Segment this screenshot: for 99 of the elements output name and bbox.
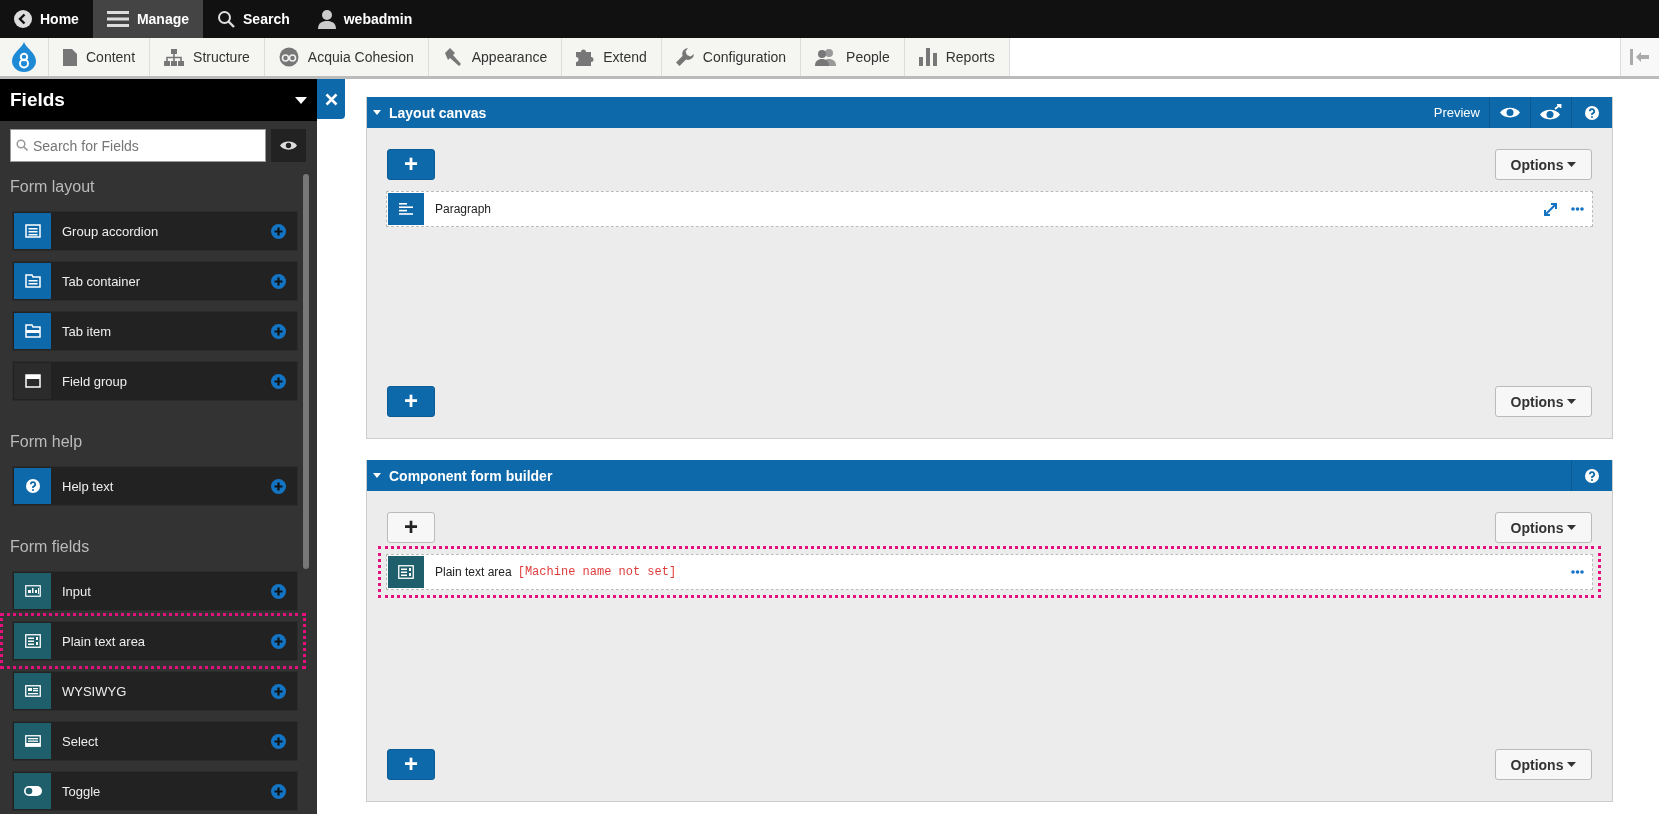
field-item[interactable]: Group accordion <box>12 211 298 251</box>
text-area-icon <box>24 634 41 648</box>
eye-external-icon <box>1540 104 1562 121</box>
document-icon <box>63 48 77 66</box>
add-circle-icon[interactable] <box>271 733 286 749</box>
people-icon <box>815 48 838 66</box>
panel-title: Layout canvas <box>389 104 487 121</box>
add-circle-icon[interactable] <box>271 373 286 389</box>
panel-header[interactable]: Component form builder <box>367 460 1612 491</box>
section-heading: Form layout <box>10 177 95 196</box>
toolbar-tab[interactable]: Search <box>203 0 304 38</box>
search-field[interactable]: Search for Fields <box>10 129 266 162</box>
add-circle-icon[interactable] <box>271 783 286 799</box>
cohesion-logo-icon <box>278 47 299 67</box>
tabs-icon <box>24 274 41 288</box>
paragraph-icon <box>399 203 413 215</box>
collapse-toolbar-icon[interactable] <box>1630 49 1650 65</box>
component-label: Paragraph <box>434 202 492 216</box>
wrench-icon <box>675 48 694 66</box>
eye-icon <box>1500 106 1520 119</box>
search-icon <box>16 139 28 151</box>
more-icon[interactable] <box>1571 570 1584 574</box>
options-button[interactable]: Options <box>1495 149 1592 180</box>
add-button[interactable]: + <box>387 749 435 780</box>
more-icon[interactable] <box>1571 207 1584 211</box>
tab-icon <box>24 324 41 338</box>
hammer-icon <box>442 48 463 66</box>
hierarchy-icon <box>164 48 185 66</box>
caret-down-icon <box>1567 762 1577 767</box>
caret-down-icon <box>1567 525 1577 530</box>
field-item[interactable]: Toggle <box>12 771 298 811</box>
input-icon <box>24 585 41 597</box>
add-button[interactable]: + <box>387 386 435 417</box>
field-item[interactable]: Plain text area <box>12 621 298 661</box>
bar-chart-icon <box>918 48 937 66</box>
section-heading: Form fields <box>10 537 90 556</box>
caret-down-icon <box>1567 162 1577 167</box>
admin-menu-link[interactable]: Extend <box>562 38 662 76</box>
caret-down-icon[interactable] <box>295 96 307 104</box>
options-button[interactable]: Options <box>1495 512 1592 543</box>
back-icon <box>14 10 32 28</box>
options-button[interactable]: Options <box>1495 386 1592 417</box>
help-icon <box>1585 105 1599 120</box>
field-item[interactable]: Help text <box>12 466 298 506</box>
admin-menu-link[interactable]: Appearance <box>428 38 563 76</box>
search-icon <box>217 10 236 28</box>
drupal-logo-icon[interactable] <box>12 42 36 72</box>
options-button[interactable]: Options <box>1495 749 1592 780</box>
puzzle-icon <box>576 48 595 66</box>
admin-menu-link[interactable]: Structure <box>150 38 265 76</box>
admin-menu-link[interactable]: Content <box>49 38 151 76</box>
add-circle-icon[interactable] <box>271 683 286 699</box>
text-area-icon <box>398 565 414 579</box>
field-item[interactable]: WYSIWYG <box>12 671 298 711</box>
help-icon <box>25 479 40 493</box>
machine-name-warning: [Machine name not set] <box>516 565 677 579</box>
field-item[interactable]: Field group <box>12 361 298 401</box>
section-heading: Form help <box>10 432 83 451</box>
menu-icon <box>106 10 129 28</box>
field-item[interactable]: Input <box>12 571 298 611</box>
toolbar-tab[interactable]: webadmin <box>303 0 427 38</box>
add-circle-icon[interactable] <box>271 478 286 494</box>
field-item[interactable]: Tab item <box>12 311 298 351</box>
field-item[interactable]: Tab container <box>12 261 298 301</box>
editor-icon <box>24 685 41 697</box>
group-icon <box>24 374 41 388</box>
expand-icon[interactable] <box>1544 202 1557 216</box>
admin-menu-link[interactable]: People <box>801 38 905 76</box>
add-circle-icon[interactable] <box>271 323 286 339</box>
component-row[interactable]: Plain text area [Machine name not set] <box>386 554 1593 590</box>
close-icon <box>324 92 338 106</box>
component-label: Plain text area <box>434 565 512 579</box>
field-item[interactable]: Select <box>12 721 298 761</box>
panel-title: Component form builder <box>389 467 553 484</box>
panel-header[interactable]: Layout canvas Preview <box>367 97 1612 128</box>
admin-menu-link[interactable]: Acquia Cohesion <box>264 38 429 76</box>
sidebar-title: Fields <box>10 89 65 111</box>
add-circle-icon[interactable] <box>271 583 286 599</box>
user-icon <box>317 9 336 29</box>
admin-menu-link[interactable]: Reports <box>904 38 1010 76</box>
toolbar-tab[interactable]: Home <box>0 0 93 38</box>
add-button[interactable]: + <box>387 149 435 180</box>
add-button[interactable]: + <box>387 512 435 543</box>
add-circle-icon[interactable] <box>271 273 286 289</box>
add-circle-icon[interactable] <box>271 633 286 649</box>
component-row[interactable]: Paragraph <box>386 191 1593 227</box>
toolbar-tab[interactable]: Manage <box>92 0 204 38</box>
select-icon <box>24 735 41 747</box>
toggle-icon <box>23 786 42 796</box>
visibility-button[interactable] <box>271 129 306 162</box>
help-icon <box>1585 468 1599 483</box>
admin-menu-link[interactable]: Configuration <box>661 38 802 76</box>
scrollbar[interactable] <box>303 174 309 569</box>
preview-label: Preview <box>1432 105 1481 120</box>
close-sidebar-button[interactable] <box>317 79 345 119</box>
eye-icon <box>280 140 297 151</box>
caret-down-icon <box>1567 399 1577 404</box>
add-circle-icon[interactable] <box>271 223 286 239</box>
accordion-icon <box>24 224 41 238</box>
